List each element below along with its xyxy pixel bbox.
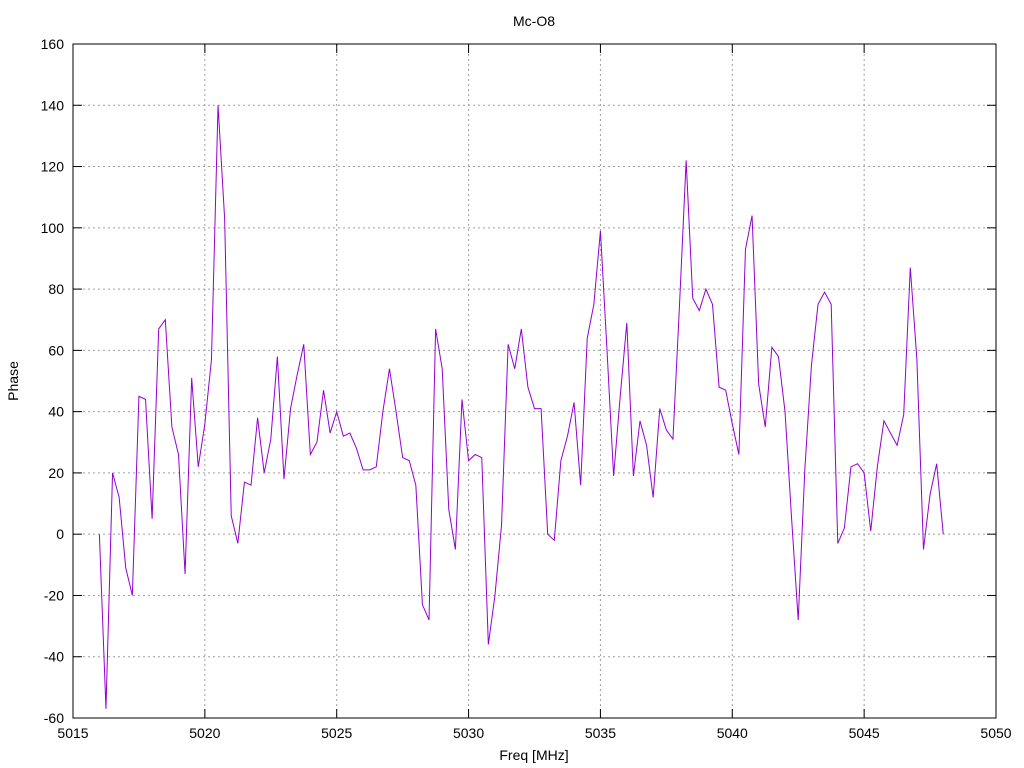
y-tick-label: 140: [41, 97, 65, 113]
y-tick-label: 60: [48, 342, 64, 358]
x-tick-labels: 5015 5020 5025 5030 5035 5040 5045 5050: [57, 725, 1011, 741]
x-tick-label: 5025: [321, 725, 352, 741]
chart-title: Mc-O8: [513, 13, 555, 29]
y-tick-label: 80: [48, 281, 64, 297]
x-tick-label: 5035: [585, 725, 616, 741]
y-tick-label: 0: [56, 526, 64, 542]
x-tick-label: 5030: [453, 725, 484, 741]
x-tick-label: 5045: [849, 725, 880, 741]
y-tick-label: -60: [44, 710, 64, 726]
series-line: [98, 105, 944, 709]
y-tick-label: 20: [48, 465, 64, 481]
series-group: [98, 105, 944, 709]
y-tick-label: 120: [41, 159, 65, 175]
y-tick-labels: -60 -40 -20 0 20 40 60 80 100 120 140 160: [41, 36, 65, 726]
grid-lines: [73, 44, 996, 718]
plot-frame: [72, 43, 997, 719]
x-axis-label: Freq [MHz]: [499, 747, 568, 763]
y-axis-label: Phase: [5, 361, 21, 401]
y-tick-label: 100: [41, 220, 65, 236]
x-tick-label: 5040: [717, 725, 748, 741]
axis-ticks: [72, 43, 997, 719]
phase-line-chart: Mc-O8 5015 5020 5025 5030 5035 5040 5045 5050 -…: [5, 13, 1012, 763]
y-tick-label: 40: [48, 404, 64, 420]
x-tick-label: 5050: [980, 725, 1011, 741]
y-tick-label: -20: [44, 587, 64, 603]
x-tick-label: 5020: [189, 725, 220, 741]
y-tick-label: 160: [41, 36, 65, 52]
x-tick-label: 5015: [57, 725, 88, 741]
y-tick-label: -40: [44, 649, 64, 665]
